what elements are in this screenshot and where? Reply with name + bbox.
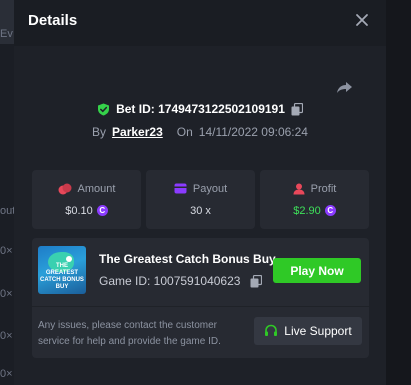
divider [32,306,369,307]
bet-id-row: Bet ID: 1749473122502109191 [14,102,386,116]
currency-icon: C [96,205,108,216]
stat-amount-label: Amount [77,182,116,195]
play-now-button[interactable]: Play Now [273,258,361,283]
stat-amount-value: $0.10 [65,204,93,217]
profit-icon [293,183,305,194]
stat-profit-label: Profit [310,182,337,195]
coins-icon [58,183,72,194]
share-icon [337,82,352,93]
bet-meta-row: By Parker23 On 14/11/2022 09:06:24 [14,125,386,139]
background-page [0,0,14,385]
bet-id: Bet ID: 1749473122502109191 [116,102,285,116]
stat-profit-value: $2.90 [293,204,321,217]
stat-profit: Profit $2.90 C [260,170,369,229]
game-id-row: Game ID: 1007591040623 [99,274,263,288]
background-text: 0× [0,368,13,380]
wallet-icon [174,183,187,194]
game-card: THE GREATEST CATCH BONUS BUY The Greates… [32,238,369,358]
thumbnail-text: THE GREATEST CATCH BONUS BUY [40,263,84,290]
close-icon [356,14,368,26]
stat-payout-label: Payout [192,182,228,195]
headset-icon [265,324,278,336]
game-thumbnail[interactable]: THE GREATEST CATCH BONUS BUY [38,246,86,294]
username-link[interactable]: Parker23 [112,125,163,139]
bet-stats: Amount $0.10 C Payout 30 x Profit $2.90 … [32,170,369,229]
copy-icon[interactable] [250,274,263,288]
background-text: 0× [0,288,13,300]
modal-header: Details [14,0,386,46]
copy-icon[interactable] [291,102,303,116]
by-label: By [92,125,107,139]
background-text: 0× [0,245,13,257]
close-button[interactable] [352,10,372,30]
stat-payout: Payout 30 x [146,170,255,229]
currency-icon: C [324,205,336,216]
backdrop-right [386,0,411,385]
live-support-label: Live Support [284,324,352,338]
background-text: 0× [0,330,13,342]
modal-title: Details [28,12,78,29]
on-label: On [176,125,193,139]
share-button[interactable] [334,78,354,98]
stat-amount: Amount $0.10 C [32,170,141,229]
background-text: Ev [0,28,13,40]
game-id: Game ID: 1007591040623 [99,274,241,288]
live-support-button[interactable]: Live Support [254,317,362,345]
shield-check-icon [98,103,110,115]
details-modal: Details Bet ID: 1749473122502109191 By P… [14,0,386,385]
stat-payout-value: 30 x [190,204,211,217]
bet-date: 14/11/2022 09:06:24 [198,125,308,139]
support-message: Any issues, please contact the customer … [38,320,221,347]
game-title: The Greatest Catch Bonus Buy [99,252,276,266]
background-text: out [0,205,16,217]
